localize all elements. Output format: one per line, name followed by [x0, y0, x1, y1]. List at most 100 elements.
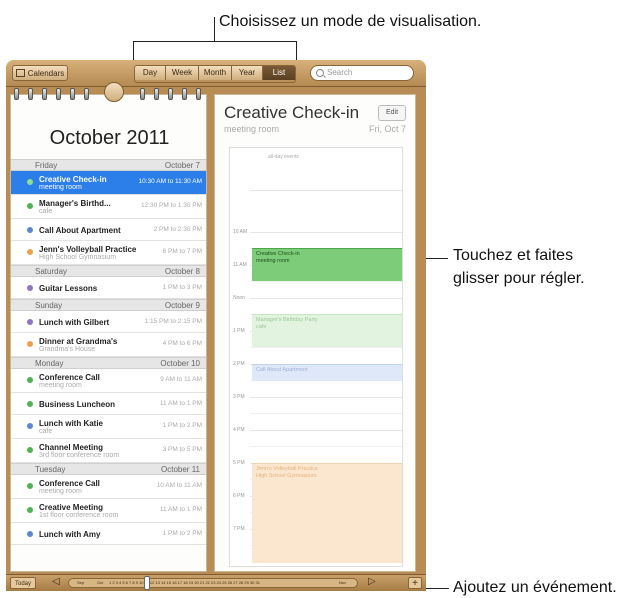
event-name: Conference Call: [39, 373, 100, 382]
search-input[interactable]: Search: [310, 65, 414, 81]
binder-ring-icon: [42, 88, 47, 100]
event-list-item[interactable]: Lunch with Gilbert 1:15 PM to 2:15 PM: [11, 311, 206, 333]
day-section-header: Sunday October 9: [11, 299, 206, 311]
event-location: cafe: [39, 208, 53, 215]
half-hour-line: [250, 281, 402, 282]
day-section-header: Saturday October 8: [11, 265, 206, 277]
calendar-color-dot: [27, 285, 33, 291]
event-location: meeting room: [39, 382, 82, 389]
date-scrubber[interactable]: Sep Oct 1 2 3 4 5 6 7 8 9 10 11 12 13 14…: [68, 578, 358, 588]
callout-drag-line1: Touchez et faites: [453, 247, 574, 264]
calendar-app: Calendars Day Week Month Year List Searc…: [6, 60, 426, 591]
day-section-header: Monday October 10: [11, 357, 206, 369]
section-date: October 10: [160, 359, 200, 368]
event-name: Guitar Lessons: [39, 284, 98, 293]
event-name: Creative Meeting: [39, 503, 104, 512]
event-name: Call About Apartment: [39, 226, 121, 235]
calendar-color-dot: [27, 203, 33, 209]
event-block-name: Jenn's Volleyball Practice: [256, 466, 318, 472]
today-button[interactable]: Today: [10, 577, 36, 589]
hour-line: [250, 232, 402, 233]
event-list-item[interactable]: Dinner at Grandma's Grandma's House 4 PM t…: [11, 333, 206, 357]
event-time: 10:30 AM to 11:30 AM: [138, 178, 202, 185]
view-tab-week[interactable]: Week: [166, 66, 199, 80]
prev-arrow-icon[interactable]: ◁: [52, 576, 60, 587]
event-detail-page: Creative Check-in Edit meeting room Fri,…: [214, 94, 416, 572]
event-list-item[interactable]: Conference Call meeting room 10 AM to 11 A…: [11, 475, 206, 499]
event-time: 12:30 PM to 1:30 PM: [140, 202, 202, 209]
event-list-item[interactable]: Lunch with Katie cafe 1 PM to 2 PM: [11, 415, 206, 439]
event-list-item[interactable]: Creative Check-in meeting room 10:30 AM to…: [11, 171, 206, 195]
section-date: October 7: [164, 161, 200, 170]
add-event-button[interactable]: +: [408, 577, 422, 589]
section-day: Tuesday: [35, 465, 66, 474]
binder-ring-icon: [168, 88, 173, 100]
event-date: Fri, Oct 7: [368, 124, 406, 134]
calendar-color-dot: [27, 447, 33, 453]
section-day: Saturday: [35, 267, 68, 276]
event-list-item[interactable]: Call About Apartment 2 PM to 2:30 PM: [11, 219, 206, 241]
view-tab-day[interactable]: Day: [135, 66, 166, 80]
event-time: 1:15 PM to 2:15 PM: [144, 318, 202, 325]
binder-ring-icon: [28, 88, 33, 100]
month-title: October 2011: [49, 127, 170, 149]
event-time: 9 AM to 11 AM: [160, 376, 202, 383]
event-list-item[interactable]: Channel Meeting 3rd floor conference room…: [11, 439, 206, 463]
day-section-header: Friday October 7: [11, 159, 206, 171]
half-hour-line: [250, 347, 402, 348]
all-day-label: all-day events: [268, 154, 299, 160]
section-date: October 9: [164, 301, 200, 310]
scrubber-month-nov: Nov: [339, 580, 347, 585]
binder-rings: [10, 82, 207, 102]
calendar-color-dot: [27, 531, 33, 537]
binder-ring-icon: [84, 88, 89, 100]
event-name: Business Luncheon: [39, 400, 116, 409]
next-arrow-icon[interactable]: ▷: [368, 576, 376, 587]
hour-line: [250, 430, 402, 431]
event-time: 11 AM to 1 PM: [159, 506, 202, 513]
event-time: 10 AM to 11 AM: [156, 482, 202, 489]
section-date: October 11: [161, 465, 200, 474]
event-list-item[interactable]: Guitar Lessons 1 PM to 3 PM: [11, 277, 206, 299]
event-location: meeting room: [39, 184, 82, 191]
view-tab-year[interactable]: Year: [232, 66, 263, 80]
binder-ring-icon: [140, 88, 145, 100]
calendar-color-dot: [27, 319, 33, 325]
view-tab-list[interactable]: List: [263, 66, 295, 80]
event-block-name: Call About Apartment: [256, 367, 308, 373]
event-block[interactable]: Creative Check-in meeting room: [252, 248, 402, 281]
calendar-color-dot: [27, 507, 33, 513]
event-block-location: High School Gymnasium: [256, 473, 317, 479]
event-block[interactable]: Manager's Birthday Party cafe: [252, 314, 402, 347]
event-list-item[interactable]: Lunch with Amy 1 PM to 2 PM: [11, 523, 206, 545]
calendars-button[interactable]: Calendars: [12, 65, 68, 81]
event-list-item[interactable]: Jenn's Volleyball Practice High School Gy…: [11, 241, 206, 265]
hour-line: [250, 298, 402, 299]
section-day: Sunday: [35, 301, 63, 310]
day-timeline[interactable]: all-day events 10 AM 11 AM Noon 1 PM 2 PM 3 P…: [229, 147, 403, 567]
view-tab-month[interactable]: Month: [199, 66, 232, 80]
event-name: Lunch with Amy: [39, 530, 101, 539]
half-hour-line: [250, 413, 402, 414]
calendars-label: Calendars: [27, 69, 65, 78]
edit-button[interactable]: Edit: [378, 105, 406, 121]
event-list-item[interactable]: Manager's Birthd... cafe 12:30 PM to 1:30 …: [11, 195, 206, 219]
section-day: Friday: [35, 161, 58, 170]
binder-ring-icon: [14, 88, 19, 100]
scrubber-handle[interactable]: [144, 576, 150, 590]
event-name: Conference Call: [39, 479, 100, 488]
callout-line: [214, 17, 215, 41]
event-location: 3rd floor conference room: [39, 452, 120, 459]
event-location: Grandma's House: [39, 346, 96, 353]
calendar-color-dot: [27, 423, 33, 429]
event-list-item[interactable]: Conference Call meeting room 9 AM to 11 AM: [11, 369, 206, 393]
event-title: Creative Check-in: [224, 103, 360, 122]
event-list-item[interactable]: Creative Meeting 1st floor conference roo…: [11, 499, 206, 523]
callout-drag-line2: glisser pour régler.: [453, 270, 585, 287]
event-block[interactable]: Jenn's Volleyball Practice High School Gy…: [252, 463, 402, 563]
event-list-item[interactable]: Business Luncheon 11 AM to 1 PM: [11, 393, 206, 415]
event-block[interactable]: Call About Apartment: [252, 364, 402, 381]
event-name: Creative Check-in: [39, 175, 107, 184]
event-name: Lunch with Gilbert: [39, 318, 110, 327]
day-section-header: Tuesday October 11: [11, 463, 206, 475]
